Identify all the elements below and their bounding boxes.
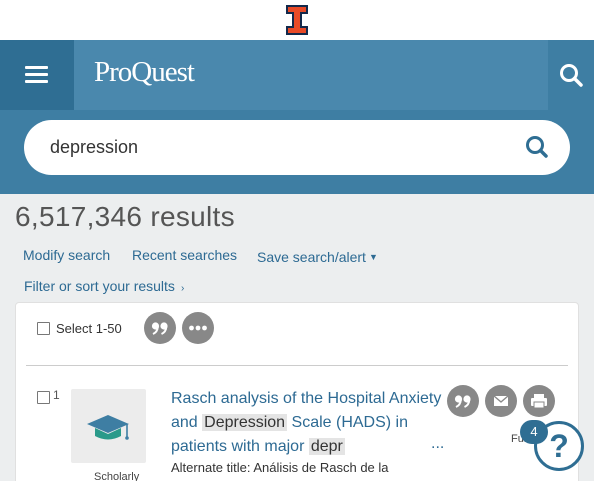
select-all-checkbox[interactable]: [37, 322, 50, 335]
results-count: 6,517,346 results: [15, 201, 235, 232]
filter-sort-link[interactable]: Filter or sort your results ›: [24, 278, 184, 294]
search-term-highlight: Depression: [202, 414, 288, 431]
search-input[interactable]: [50, 130, 490, 164]
notification-badge: 4: [520, 420, 548, 444]
save-search-dropdown[interactable]: Save search/alert ▼: [257, 249, 378, 265]
result-print-button[interactable]: [523, 385, 555, 417]
search-box: [24, 120, 570, 175]
result-email-button[interactable]: [485, 385, 517, 417]
document-type-label: Scholarly: [94, 471, 140, 481]
search-term-highlight: depr: [308, 438, 345, 455]
results-panel: Select 1-50 1 Scholarly Rasch analysis o…: [15, 302, 579, 481]
result-cite-button[interactable]: [447, 385, 479, 417]
quote-icon: [151, 322, 168, 335]
result-checkbox[interactable]: [37, 391, 50, 404]
quote-icon: [454, 395, 471, 408]
university-top-bar: [0, 0, 594, 40]
search-icon: [526, 136, 548, 158]
result-thumbnail[interactable]: [71, 389, 146, 463]
recent-searches-link[interactable]: Recent searches: [132, 247, 237, 263]
caret-down-icon: ▼: [368, 252, 378, 262]
cite-button[interactable]: [144, 312, 176, 344]
filter-sort-label: Filter or sort your results: [24, 278, 175, 294]
email-icon: [493, 395, 509, 406]
print-icon: [531, 394, 547, 409]
save-search-label: Save search/alert: [257, 249, 366, 265]
result-title-link[interactable]: Rasch analysis of the Hospital Anxiety a…: [171, 387, 451, 459]
brand-bar: ProQuest: [74, 40, 548, 110]
result-number: 1: [53, 388, 60, 402]
chevron-right-icon: ›: [180, 283, 185, 294]
proquest-logo[interactable]: ProQuest: [94, 56, 195, 89]
more-options-icon: [189, 325, 207, 331]
site-header: ProQuest: [0, 40, 594, 194]
select-all-label[interactable]: Select 1-50: [56, 321, 122, 336]
search-submit-button[interactable]: [521, 131, 555, 165]
scholarly-journal-icon: [87, 415, 129, 440]
more-options-button[interactable]: [182, 312, 214, 344]
toolbar-divider: [26, 365, 568, 366]
title-ellipsis: ...: [431, 435, 445, 452]
modify-search-link[interactable]: Modify search: [23, 247, 110, 263]
search-toggle-button[interactable]: [548, 40, 594, 110]
university-block-i-logo[interactable]: [286, 5, 308, 35]
hamburger-menu-icon[interactable]: [0, 40, 74, 110]
alternate-title: Alternate title: Análisis de Rasch de la: [171, 460, 389, 475]
search-icon: [560, 64, 583, 87]
